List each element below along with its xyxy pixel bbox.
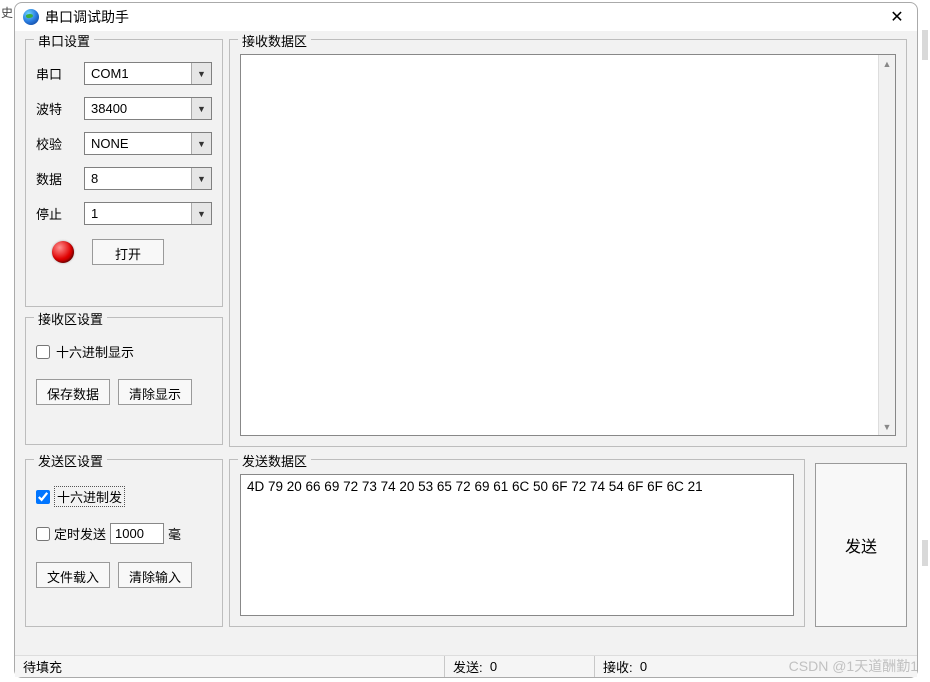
stop-bits-label: 停止 (36, 204, 84, 223)
send-button-wrap: 发送 (811, 459, 907, 627)
status-left: 待填充 (15, 656, 445, 677)
port-combo[interactable]: COM1 (84, 62, 212, 85)
background-fragment-right (920, 30, 930, 652)
recv-scrollbar[interactable]: ▲ ▼ (878, 55, 895, 435)
data-bits-label: 数据 (36, 169, 84, 188)
parity-combo-value: NONE (91, 136, 129, 151)
statusbar: 待填充 发送: 0 接收: 0 (15, 655, 917, 677)
app-icon (23, 9, 39, 25)
hex-send-label: 十六进制发 (54, 486, 125, 507)
parity-combo[interactable]: NONE (84, 132, 212, 155)
hex-display-checkbox[interactable] (36, 345, 50, 359)
scroll-up-icon[interactable]: ▲ (879, 55, 895, 72)
timed-unit-label: 毫 (168, 524, 181, 543)
status-led-icon (52, 241, 74, 263)
baud-combo[interactable]: 38400 (84, 97, 212, 120)
stop-bits-combo[interactable]: 1 (84, 202, 212, 225)
port-combo-value: COM1 (91, 66, 129, 81)
dropdown-arrow-icon (191, 168, 211, 189)
send-settings-group: 发送区设置 十六进制发 定时发送 毫 文件载入 清除输入 (25, 459, 223, 627)
background-fragment: 史 (0, 0, 14, 682)
port-settings-legend: 串口设置 (34, 31, 94, 50)
recv-data-textbox[interactable]: ▲ ▼ (240, 54, 896, 436)
recv-settings-legend: 接收区设置 (34, 309, 107, 328)
dropdown-arrow-icon (191, 203, 211, 224)
timed-send-checkbox[interactable] (36, 527, 50, 541)
parity-label: 校验 (36, 134, 84, 153)
dropdown-arrow-icon (191, 98, 211, 119)
clear-display-button[interactable]: 清除显示 (118, 379, 192, 405)
main-window: 串口调试助手 ✕ 串口设置 串口 COM1 波特 (14, 2, 918, 678)
send-settings-legend: 发送区设置 (34, 451, 107, 470)
port-settings-group: 串口设置 串口 COM1 波特 38400 (25, 39, 223, 307)
file-load-button[interactable]: 文件载入 (36, 562, 110, 588)
recv-data-legend: 接收数据区 (238, 31, 311, 50)
data-bits-combo-value: 8 (91, 171, 98, 186)
timed-interval-input[interactable] (110, 523, 164, 544)
close-button[interactable]: ✕ (885, 7, 909, 27)
timed-send-label: 定时发送 (54, 524, 106, 543)
baud-combo-value: 38400 (91, 101, 127, 116)
clear-input-button[interactable]: 清除输入 (118, 562, 192, 588)
stop-bits-combo-value: 1 (91, 206, 98, 221)
send-button[interactable]: 发送 (815, 463, 907, 627)
dropdown-arrow-icon (191, 133, 211, 154)
port-label: 串口 (36, 64, 84, 83)
status-recv-label: 接收: (603, 657, 633, 676)
recv-data-group: 接收数据区 ▲ ▼ (229, 39, 907, 447)
content-area: 串口设置 串口 COM1 波特 38400 (15, 31, 917, 655)
status-send: 发送: 0 (445, 656, 595, 677)
window-title: 串口调试助手 (45, 7, 885, 27)
titlebar: 串口调试助手 ✕ (15, 3, 917, 31)
open-port-button[interactable]: 打开 (92, 239, 164, 265)
status-send-count: 0 (490, 659, 497, 674)
hex-send-checkbox[interactable] (36, 490, 50, 504)
recv-settings-group: 接收区设置 十六进制显示 保存数据 清除显示 (25, 317, 223, 445)
send-data-content: 4D 79 20 66 69 72 73 74 20 53 65 72 69 6… (247, 479, 703, 494)
status-recv-count: 0 (640, 659, 647, 674)
send-data-textbox[interactable]: 4D 79 20 66 69 72 73 74 20 53 65 72 69 6… (240, 474, 794, 616)
send-data-legend: 发送数据区 (238, 451, 311, 470)
scroll-down-icon[interactable]: ▼ (879, 418, 895, 435)
status-send-label: 发送: (453, 657, 483, 676)
watermark: CSDN @1天道酬勤1 (789, 656, 918, 676)
send-data-group: 发送数据区 4D 79 20 66 69 72 73 74 20 53 65 7… (229, 459, 805, 627)
data-bits-combo[interactable]: 8 (84, 167, 212, 190)
save-data-button[interactable]: 保存数据 (36, 379, 110, 405)
dropdown-arrow-icon (191, 63, 211, 84)
hex-display-label: 十六进制显示 (56, 342, 134, 361)
baud-label: 波特 (36, 99, 84, 118)
